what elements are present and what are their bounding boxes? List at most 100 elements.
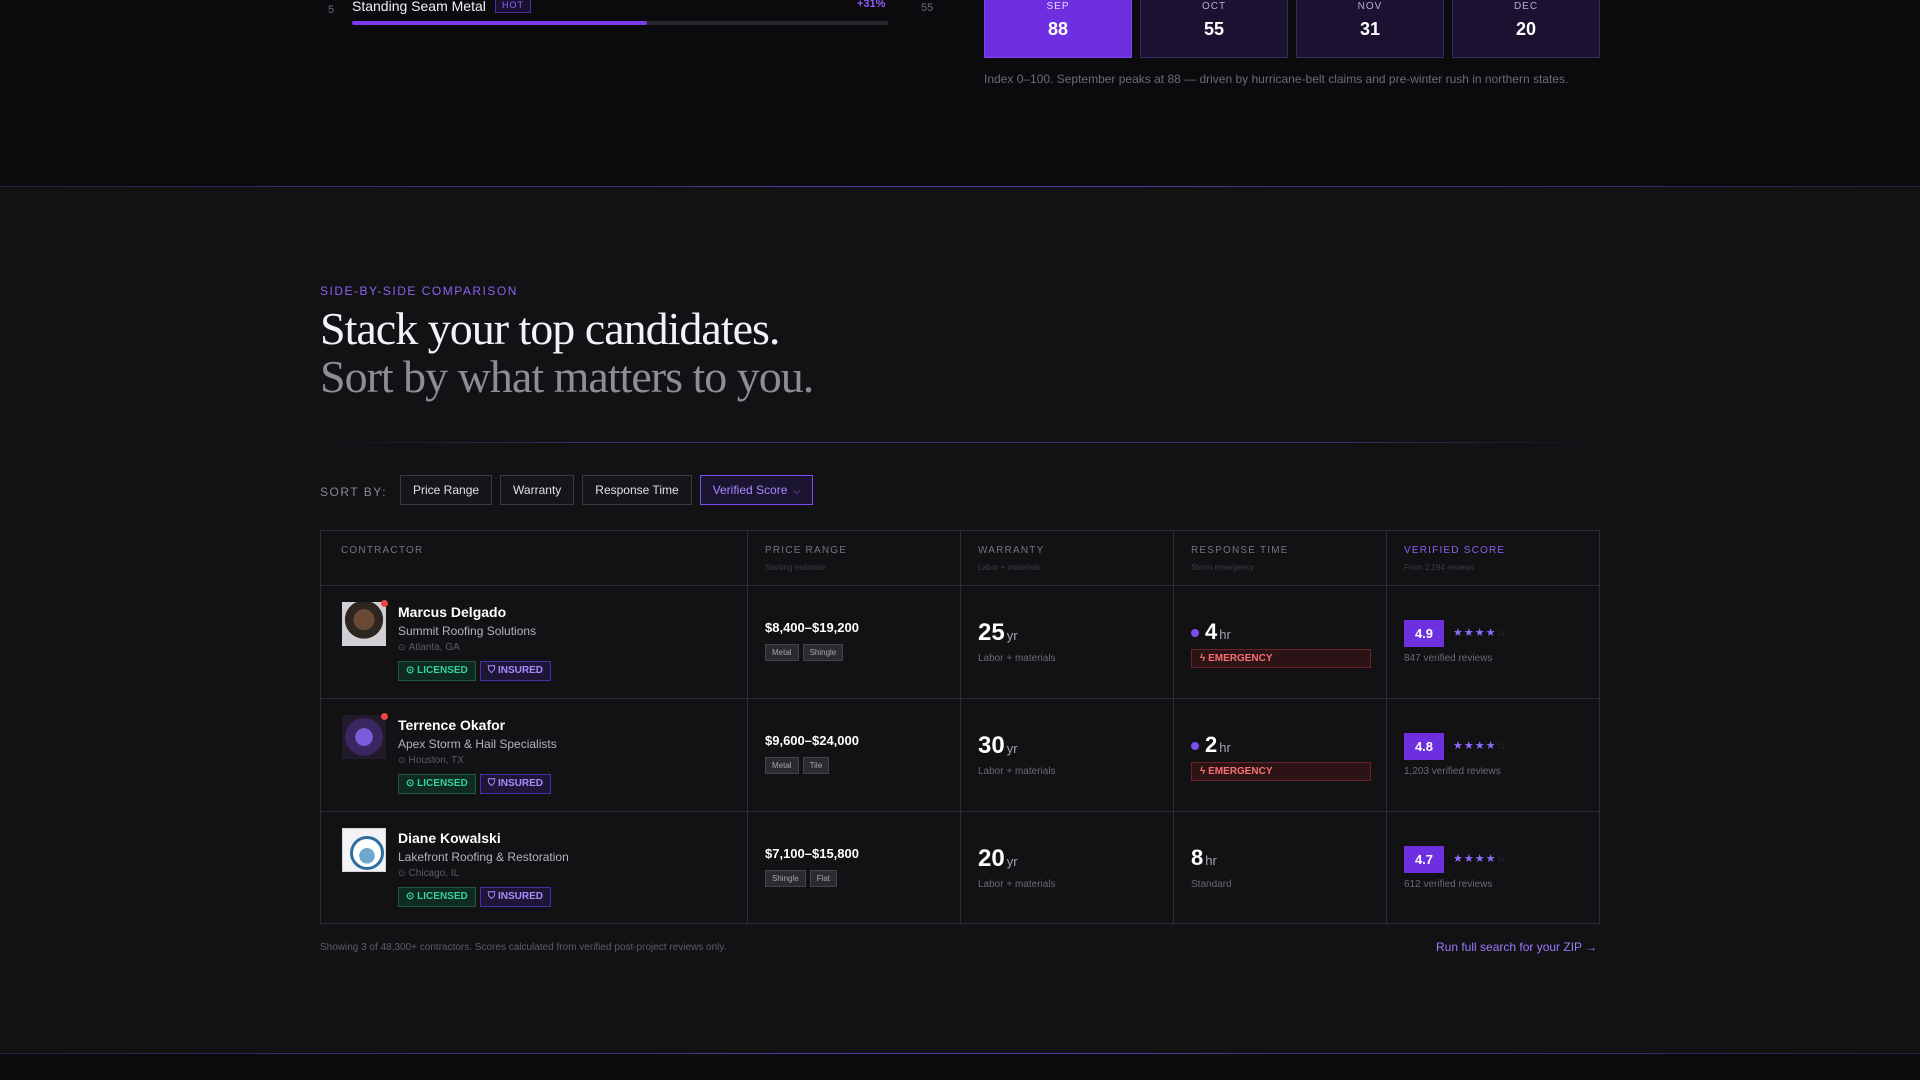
contractor-name[interactable]: Diane Kowalski [398, 830, 501, 846]
online-indicator [381, 713, 388, 720]
insured-label: INSURED [498, 778, 544, 789]
score-cell: 4.7 ★★★★☆ 612 verified reviews [1386, 812, 1599, 925]
warranty-number: 30 [978, 732, 1005, 759]
review-count: 612 verified reviews [1404, 879, 1493, 890]
material-tag: Shingle [802, 644, 844, 661]
material-tag: Shingle [765, 870, 806, 887]
run-full-search-link[interactable]: Run full search for your ZIP → [1436, 940, 1597, 954]
col-title: RESPONSE TIME [1191, 545, 1289, 556]
month-card-oct: OCT 55 [1140, 0, 1288, 58]
shield-icon: ⛉ [487, 891, 499, 902]
check-circle-icon: ⊙ [406, 891, 418, 902]
col-contractor[interactable]: CONTRACTOR [321, 531, 747, 586]
table-footnote: Showing 3 of 48,300+ contractors. Scores… [320, 942, 727, 953]
star-empty-icon: ☆ [1496, 853, 1508, 865]
hot-badge: HOT [495, 0, 531, 13]
licensed-label: LICENSED [417, 778, 468, 789]
avatar [342, 602, 386, 646]
warranty-value: 20 yr [978, 845, 1018, 873]
headline-secondary: Sort by what matters to you. [320, 351, 814, 402]
col-subtitle: Starting estimate [765, 563, 826, 572]
credential-badges: ⊙ LICENSED ⛉ INSURED [398, 774, 552, 794]
star-icon: ★ [1453, 740, 1464, 752]
price-cell: $9,600–$24,000 Metal Tile [747, 699, 960, 812]
trend-name: Standing Seam Metal [352, 0, 486, 14]
response-cell: 4 hr ϟ EMERGENCY [1173, 586, 1386, 699]
location-text: Chicago, IL [408, 868, 460, 879]
emergency-label: EMERGENCY [1208, 653, 1273, 664]
contractor-cell: Terrence Okafor Apex Storm & Hail Specia… [321, 699, 747, 812]
material-tags: Metal Tile [765, 757, 830, 774]
trend-change: +31% [857, 0, 886, 10]
response-number: 8 [1191, 845, 1204, 870]
warranty-cell: 20 yr Labor + materials [960, 812, 1173, 925]
chevron-down-icon: ⌵ [793, 486, 801, 496]
table-row[interactable]: Diane Kowalski Lakefront Roofing & Resto… [321, 812, 1599, 925]
insured-badge: ⛉ INSURED [479, 887, 552, 907]
emergency-badge: ϟ EMERGENCY [1191, 649, 1371, 668]
location-pin-icon: ⊙ [398, 868, 406, 878]
trend-row: 5 Standing Seam Metal HOT +31% 55 [320, 0, 940, 30]
licensed-label: LICENSED [417, 665, 468, 676]
response-indicator [1191, 742, 1199, 750]
response-unit: hr [1219, 627, 1231, 642]
warranty-sub: Labor + materials [978, 766, 1056, 777]
response-value: 2 hr [1205, 732, 1231, 758]
company-name: Summit Roofing Solutions [398, 624, 537, 638]
location: ⊙ Atlanta, GA [398, 642, 460, 653]
trend-next-rank: 55 [921, 2, 934, 14]
seasonal-trends-strip: 5 Standing Seam Metal HOT +31% 55 SEP 88… [0, 0, 1920, 186]
table-row[interactable]: Terrence Okafor Apex Storm & Hail Specia… [321, 699, 1599, 812]
review-count: 847 verified reviews [1404, 653, 1493, 664]
response-indicator [1191, 629, 1199, 637]
response-unit: hr [1205, 853, 1217, 868]
contractor-name[interactable]: Terrence Okafor [398, 717, 505, 733]
warranty-unit: yr [1006, 741, 1018, 756]
col-warranty[interactable]: WARRANTY Labor + materials [960, 531, 1173, 586]
shield-icon: ⛉ [487, 665, 499, 676]
review-count: 1,203 verified reviews [1404, 766, 1501, 777]
shield-icon: ⛉ [487, 778, 499, 789]
table-row[interactable]: Marcus Delgado Summit Roofing Solutions … [321, 586, 1599, 699]
insured-badge: ⛉ INSURED [479, 661, 552, 681]
material-tag: Flat [809, 870, 838, 887]
warranty-value: 30 yr [978, 732, 1018, 760]
star-icon: ★ [1485, 627, 1497, 639]
location: ⊙ Houston, TX [398, 755, 464, 766]
response-value: 8 hr [1191, 845, 1217, 871]
sort-warranty-button[interactable]: Warranty [500, 475, 575, 505]
col-subtitle: Labor + materials [978, 563, 1041, 572]
warranty-number: 20 [978, 845, 1005, 872]
comparison-section: SIDE-BY-SIDE COMPARISON Stack your top c… [0, 187, 1920, 1053]
table-header: CONTRACTOR PRICE RANGE Starting estimate… [321, 531, 1599, 586]
insured-badge: ⛉ INSURED [479, 774, 552, 794]
col-verified-score[interactable]: VERIFIED SCORE From 2,194 reviews [1386, 531, 1599, 586]
licensed-badge: ⊙ LICENSED [398, 661, 476, 681]
credential-badges: ⊙ LICENSED ⛉ INSURED [398, 661, 552, 681]
material-tags: Shingle Flat [765, 870, 838, 887]
sort-controls: Price Range Warranty Response Time Verif… [400, 475, 814, 505]
insured-label: INSURED [498, 665, 544, 676]
star-icon: ★ [1453, 627, 1464, 639]
sort-score-button[interactable]: Verified Score ⌵ [699, 475, 814, 505]
location-pin-icon: ⊙ [398, 642, 406, 652]
month-value: 20 [1515, 19, 1537, 39]
material-tag: Metal [765, 757, 799, 774]
star-icon: ★ [1485, 853, 1497, 865]
score-cell: 4.8 ★★★★☆ 1,203 verified reviews [1386, 699, 1599, 812]
col-price[interactable]: PRICE RANGE Starting estimate [747, 531, 960, 586]
star-icon: ★ [1463, 853, 1475, 865]
response-number: 2 [1205, 732, 1218, 757]
warranty-cell: 25 yr Labor + materials [960, 586, 1173, 699]
star-icon: ★ [1474, 853, 1486, 865]
col-response[interactable]: RESPONSE TIME Storm emergency [1173, 531, 1386, 586]
contractor-name[interactable]: Marcus Delgado [398, 604, 506, 620]
col-title: CONTRACTOR [341, 545, 424, 556]
star-empty-icon: ☆ [1496, 740, 1508, 752]
sort-response-button[interactable]: Response Time [582, 475, 692, 505]
index-note: Index 0–100. September peaks at 88 — dri… [984, 72, 1569, 86]
warranty-unit: yr [1006, 854, 1018, 869]
star-icon: ★ [1453, 853, 1464, 865]
sort-price-button[interactable]: Price Range [400, 475, 493, 505]
check-circle-icon: ⊙ [406, 665, 418, 676]
